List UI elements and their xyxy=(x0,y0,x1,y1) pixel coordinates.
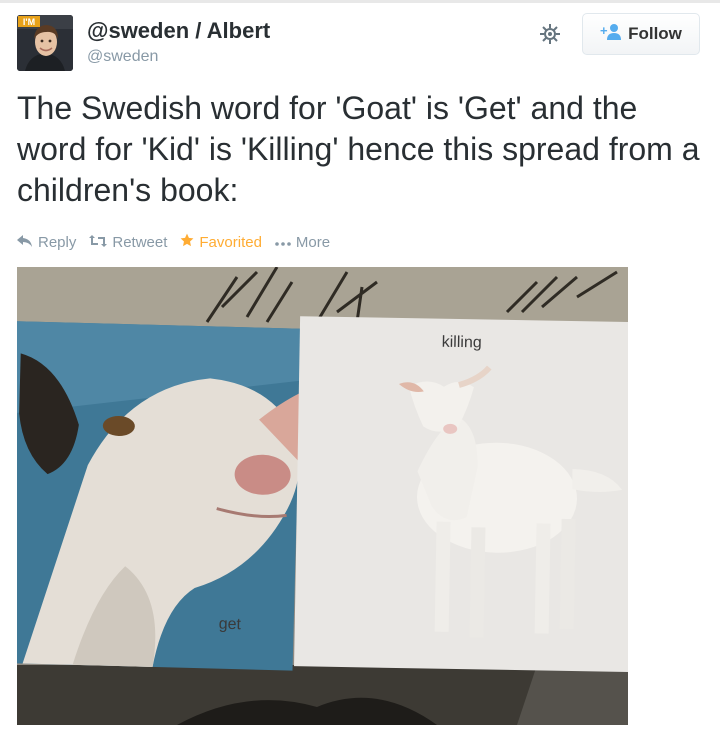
reply-label: Reply xyxy=(38,233,77,251)
svg-text:+: + xyxy=(600,23,608,38)
tweet-actions: Reply Retweet Favorited More xyxy=(17,233,343,251)
more-button[interactable]: More xyxy=(275,234,330,251)
follow-button[interactable]: + Follow xyxy=(582,13,700,55)
tweet-text: The Swedish word for 'Goat' is 'Get' and… xyxy=(17,90,700,208)
right-page-caption: killing xyxy=(442,334,482,352)
screen-name[interactable]: @sweden xyxy=(87,48,158,66)
tweet-photo[interactable]: get killing xyxy=(17,267,628,725)
retweet-icon xyxy=(89,234,108,251)
reply-icon xyxy=(17,234,33,251)
avatar-badge: I'M xyxy=(23,17,35,27)
favorite-button[interactable]: Favorited xyxy=(180,233,262,251)
retweet-button[interactable]: Retweet xyxy=(89,234,167,251)
follow-label: Follow xyxy=(628,24,682,43)
top-divider xyxy=(0,0,720,3)
more-icon xyxy=(275,234,291,251)
favorite-label: Favorited xyxy=(199,233,262,251)
gear-icon[interactable] xyxy=(538,22,562,46)
follow-user-icon: + xyxy=(600,23,622,46)
star-icon xyxy=(180,233,194,251)
reply-button[interactable]: Reply xyxy=(17,234,76,251)
left-page-caption: get xyxy=(218,616,241,634)
display-name[interactable]: @sweden / Albert xyxy=(87,18,270,44)
more-label: More xyxy=(295,233,331,251)
avatar[interactable]: I'M xyxy=(17,15,73,71)
retweet-label: Retweet xyxy=(112,233,168,251)
